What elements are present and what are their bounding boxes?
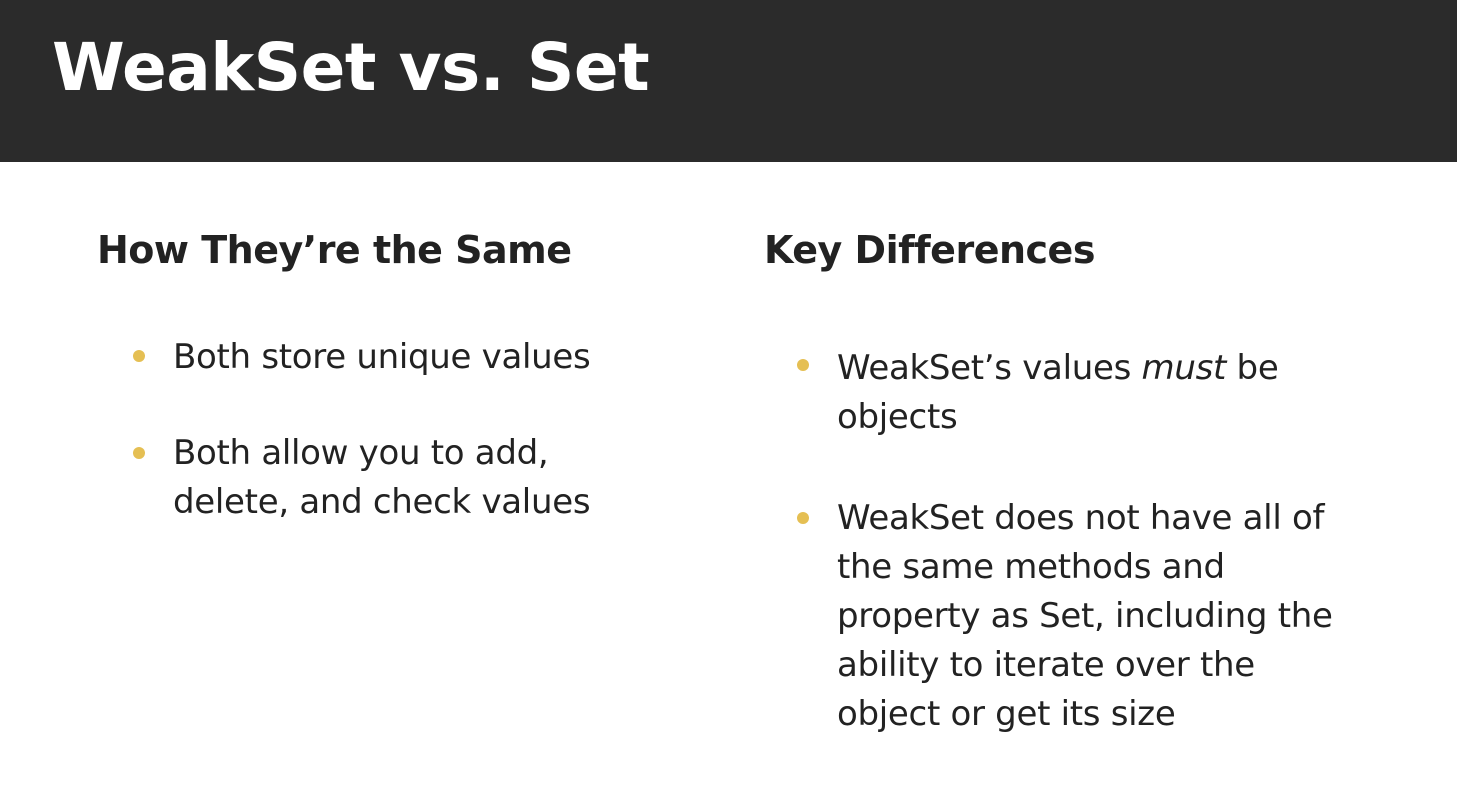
title-bar: WeakSet vs. Set bbox=[0, 0, 1457, 162]
left-bullet-1: Both store unique values bbox=[173, 333, 653, 382]
slide: WeakSet vs. Set How They’re the Same Key… bbox=[0, 0, 1457, 812]
bullet-dot-icon bbox=[133, 350, 145, 362]
right-column-heading: Key Differences bbox=[764, 228, 1095, 272]
bullet-dot-icon bbox=[797, 512, 809, 524]
right-bullet-1-emphasis: must bbox=[1141, 348, 1227, 388]
left-column-heading: How They’re the Same bbox=[97, 228, 572, 272]
left-bullet-2-text: Both allow you to add, delete, and check… bbox=[173, 433, 591, 522]
right-bullet-1-text-before: WeakSet’s values bbox=[837, 348, 1142, 388]
left-bullet-2: Both allow you to add, delete, and check… bbox=[173, 429, 603, 527]
bullet-dot-icon bbox=[133, 447, 145, 459]
slide-title: WeakSet vs. Set bbox=[52, 29, 650, 106]
right-bullet-2-text: WeakSet does not have all of the same me… bbox=[837, 498, 1333, 734]
left-bullet-1-text: Both store unique values bbox=[173, 337, 591, 377]
right-bullet-1: WeakSet’s values must be objects bbox=[837, 344, 1317, 442]
right-bullet-2: WeakSet does not have all of the same me… bbox=[837, 494, 1357, 739]
bullet-dot-icon bbox=[797, 359, 809, 371]
